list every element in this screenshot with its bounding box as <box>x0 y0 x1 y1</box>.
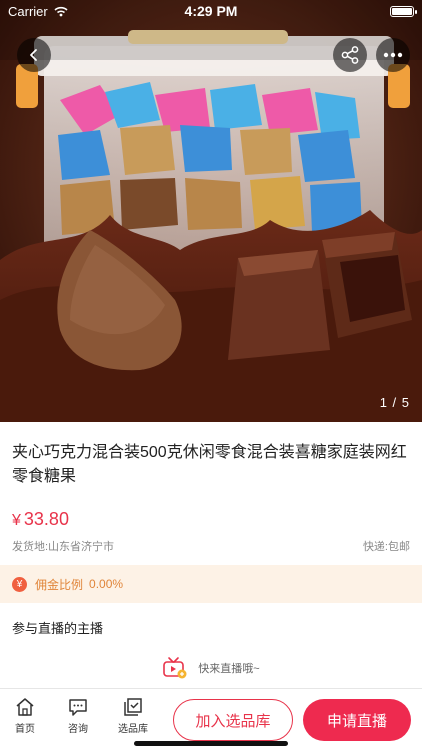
product-image-gallery[interactable]: 1 / 5 <box>0 0 422 422</box>
hosts-section-title: 参与直播的主播 <box>12 621 104 636</box>
product-detail-page: 1 / 5 Carrier 4:29 PM 夹心巧克力混合装500克休闲零食混合… <box>0 0 422 750</box>
tab-consult[interactable]: 咨询 <box>53 697 103 735</box>
back-button[interactable] <box>17 38 51 72</box>
commission-banner: ¥ 佣金比例 0.00% <box>0 565 422 603</box>
battery-icon <box>390 5 417 17</box>
yen-coin-icon: ¥ <box>12 576 27 592</box>
currency-symbol: ¥ <box>12 512 21 529</box>
empty-state-text: 快来直播哦~ <box>198 663 260 675</box>
price-value: 33.80 <box>23 509 69 529</box>
tab-home-label: 首页 <box>15 724 35 735</box>
commission-label: 佣金比例 <box>35 577 84 592</box>
shipping-info: 快递:包邮 <box>362 541 410 553</box>
chevron-left-icon <box>30 49 37 61</box>
live-tv-icon <box>163 657 187 679</box>
tab-selection-library[interactable]: 选品库 <box>108 697 158 735</box>
ship-origin: 发货地:山东省济宁市 <box>12 541 115 553</box>
share-button[interactable] <box>333 38 367 72</box>
commission-value: 0.00% <box>89 577 124 591</box>
apply-live-button[interactable]: 申请直播 <box>303 699 411 741</box>
tab-home[interactable]: 首页 <box>0 697 50 735</box>
bottom-action-bar: 首页 咨询 选品库 加入选品库 申请直播 <box>0 688 422 750</box>
tab-consult-label: 咨询 <box>68 724 88 735</box>
tab-library-label: 选品库 <box>118 724 148 735</box>
add-to-library-button[interactable]: 加入选品库 <box>173 699 293 741</box>
product-price: ¥33.80 <box>12 509 69 530</box>
library-icon <box>124 698 142 716</box>
status-time: 4:29 PM <box>184 3 238 19</box>
more-button[interactable] <box>376 38 410 72</box>
hosts-empty-state: 快来直播哦~ <box>0 655 422 681</box>
share-icon <box>341 46 359 64</box>
more-dots-icon <box>383 52 403 58</box>
home-icon <box>16 698 34 716</box>
chat-icon <box>69 699 87 716</box>
product-title: 夹心巧克力混合装500克休闲零食混合装喜糖家庭装网红零食糖果 <box>12 444 407 485</box>
home-indicator <box>134 741 288 746</box>
status-bar: Carrier 4:29 PM <box>0 0 422 22</box>
image-counter: 1 / 5 <box>379 395 410 410</box>
